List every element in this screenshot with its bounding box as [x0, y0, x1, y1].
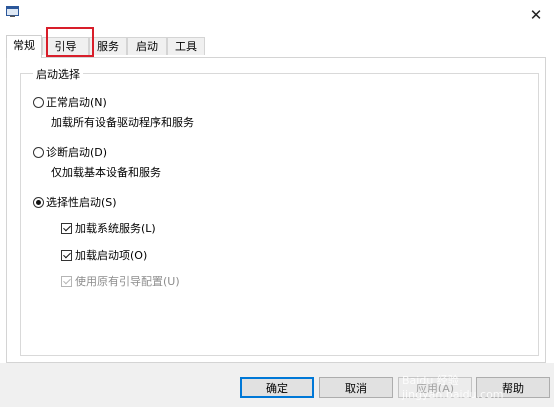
- diagnostic-startup-option[interactable]: 诊断启动(D): [33, 144, 107, 160]
- tab-startup[interactable]: 启动: [127, 37, 167, 55]
- normal-startup-radio[interactable]: [33, 96, 44, 108]
- close-icon: ✕: [529, 6, 543, 24]
- load-system-services-option[interactable]: 加载系统服务(L): [61, 220, 156, 236]
- load-startup-items-checkbox[interactable]: [61, 249, 72, 261]
- selective-startup-option[interactable]: 选择性启动(S): [33, 194, 117, 210]
- selective-startup-label: 选择性启动(S): [46, 196, 117, 209]
- startup-selection-title: 启动选择: [33, 66, 83, 82]
- normal-startup-option[interactable]: 正常启动(N): [33, 94, 107, 110]
- dialog-footer: 确定 取消 应用(A) 帮助: [0, 363, 554, 407]
- tab-bar: 常规 引导 服务 启动 工具: [6, 35, 546, 58]
- diagnostic-startup-description: 仅加载基本设备和服务: [51, 166, 161, 179]
- diagnostic-startup-label: 诊断启动(D): [46, 146, 108, 159]
- general-tab-panel: 启动选择 正常启动(N) 加载所有设备驱动程序和服务 诊断启动(D) 仅加载基本…: [6, 57, 546, 363]
- ok-button[interactable]: 确定: [240, 377, 314, 398]
- title-bar: ✕: [0, 0, 554, 31]
- diagnostic-startup-radio[interactable]: [33, 146, 44, 158]
- close-button[interactable]: ✕: [526, 5, 546, 25]
- load-startup-items-label: 加载启动项(O): [75, 249, 148, 262]
- use-original-boot-option: 使用原有引导配置(U): [61, 273, 180, 289]
- normal-startup-label: 正常启动(N): [46, 96, 107, 109]
- startup-selection-group: 启动选择 正常启动(N) 加载所有设备驱动程序和服务 诊断启动(D) 仅加载基本…: [20, 66, 539, 356]
- tab-general[interactable]: 常规: [6, 35, 42, 58]
- load-system-services-label: 加载系统服务(L): [75, 222, 156, 235]
- selective-startup-radio[interactable]: [33, 196, 44, 208]
- tab-services[interactable]: 服务: [89, 37, 127, 55]
- help-button[interactable]: 帮助: [476, 377, 550, 398]
- normal-startup-description: 加载所有设备驱动程序和服务: [51, 116, 194, 129]
- tab-tools[interactable]: 工具: [167, 37, 205, 55]
- window-app-icon: [6, 6, 19, 17]
- use-original-boot-label: 使用原有引导配置(U): [75, 275, 180, 288]
- load-startup-items-option[interactable]: 加载启动项(O): [61, 247, 147, 263]
- use-original-boot-checkbox: [61, 275, 72, 287]
- apply-button: 应用(A): [398, 377, 472, 398]
- load-system-services-checkbox[interactable]: [61, 222, 72, 234]
- tab-boot[interactable]: 引导: [42, 37, 89, 55]
- cancel-button[interactable]: 取消: [319, 377, 393, 398]
